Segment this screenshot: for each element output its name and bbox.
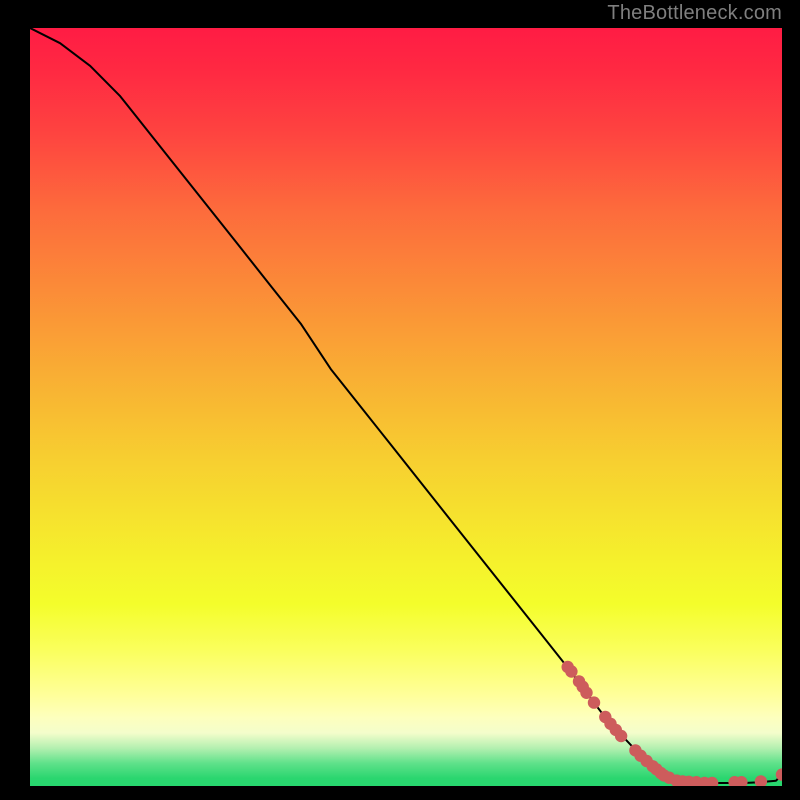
- plot-area: [30, 28, 782, 786]
- main-curve: [30, 28, 782, 783]
- chart-svg: [30, 28, 782, 786]
- data-point: [580, 687, 592, 699]
- data-point: [588, 696, 600, 708]
- page-root: TheBottleneck.com: [0, 0, 800, 800]
- attribution-text: TheBottleneck.com: [607, 2, 782, 25]
- scatter-dots: [562, 661, 783, 786]
- data-point: [755, 775, 767, 786]
- data-point: [615, 730, 627, 742]
- data-point: [565, 665, 577, 677]
